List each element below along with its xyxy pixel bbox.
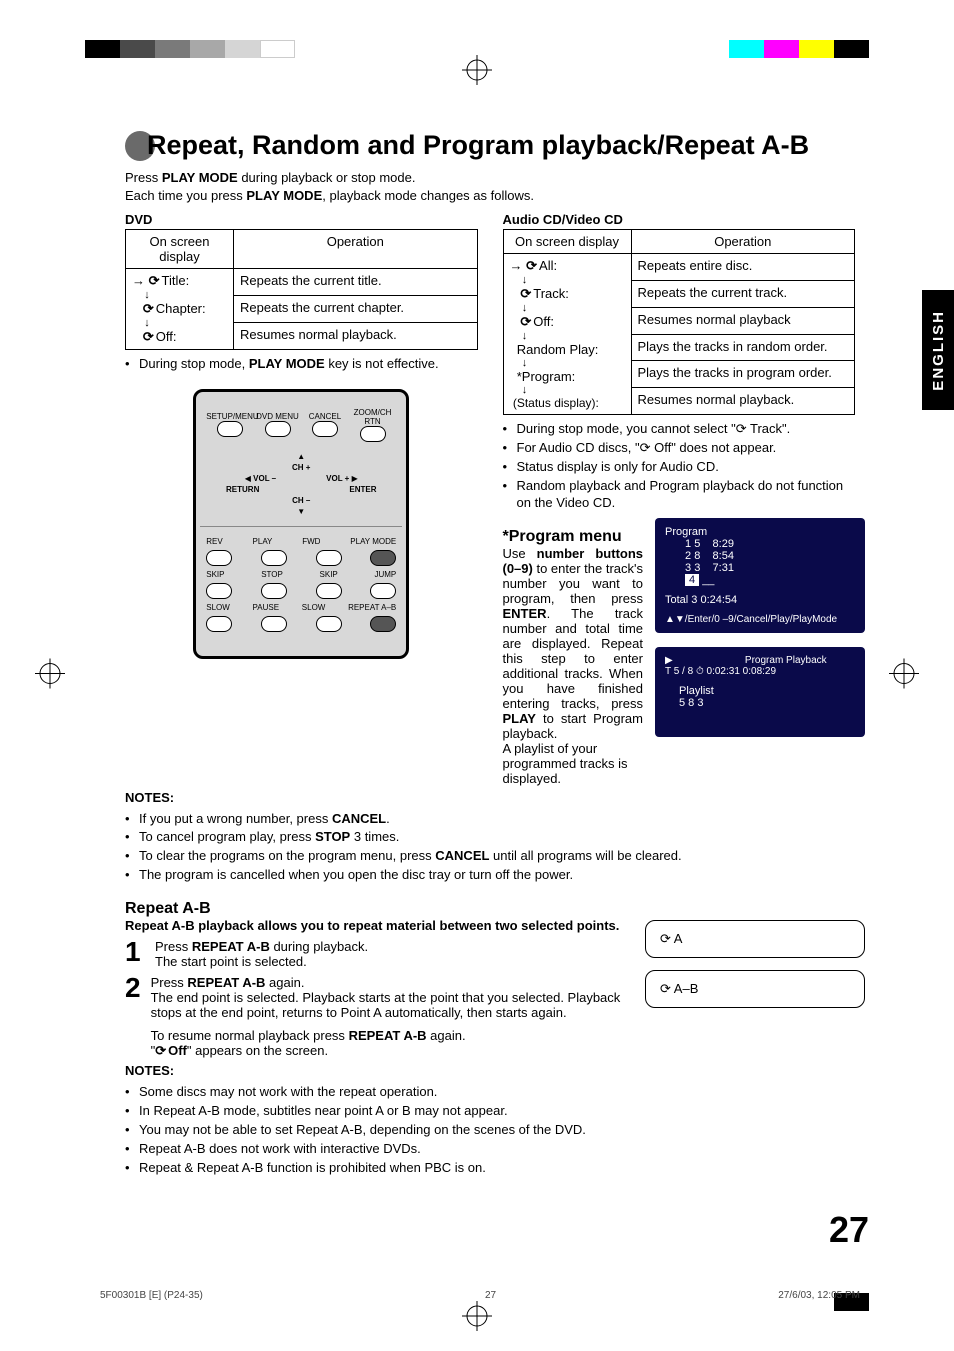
intro-line-1: Press PLAY MODE during playback or stop … <box>125 169 855 187</box>
dvd-th2: Operation <box>327 234 384 249</box>
registration-mark-left <box>35 658 65 693</box>
registration-mark-top <box>462 55 492 85</box>
program-body2: A playlist of your programmed tracks is … <box>503 741 644 786</box>
language-tab: ENGLISH <box>922 290 954 410</box>
footer: 5F00301B [E] (P24-35) 27 27/6/03, 12:05 … <box>100 1290 860 1301</box>
program-body: Use number buttons (0–9) to enter the tr… <box>503 546 644 741</box>
footer-right: 27/6/03, 12:05 PM <box>778 1290 860 1301</box>
notes-heading-1: NOTES: <box>125 790 855 805</box>
repeat-ab-sub: Repeat A-B playback allows you to repeat… <box>125 918 625 933</box>
page-number: 27 <box>829 1209 869 1251</box>
footer-left: 5F00301B [E] (P24-35) <box>100 1290 203 1301</box>
osd-playback: ▶ Program Playback T 5 / 8 ⏱ 0:02:31 0:0… <box>655 647 865 737</box>
intro-line-2: Each time you press PLAY MODE, playback … <box>125 187 855 205</box>
cd-table: On screen displayOperation → All: ↓ Trac… <box>503 229 856 415</box>
osd-ab: ⟳ A–B <box>645 970 865 1008</box>
notes-list-2: Some discs may not work with the repeat … <box>125 1084 855 1176</box>
color-bars-top-left <box>85 40 295 58</box>
remote-diagram: SETUP/MENU DVD MENU CANCEL ZOOM/CH RTN ▲… <box>193 389 409 659</box>
color-bars-top-right <box>729 40 869 58</box>
step-1-num: 1 <box>125 939 145 969</box>
step-2-num: 2 <box>125 975 141 1059</box>
notes-list-1: If you put a wrong number, press CANCEL.… <box>125 811 855 885</box>
page-title: Repeat, Random and Program playback/Repe… <box>147 130 809 161</box>
step-1: 1 Press REPEAT A-B during playback. The … <box>125 939 625 969</box>
notes-heading-2: NOTES: <box>125 1063 855 1078</box>
repeat-ab-heading: Repeat A-B <box>125 900 625 918</box>
dvd-heading: DVD <box>125 212 478 227</box>
registration-mark-right <box>889 658 919 693</box>
registration-mark-bottom <box>462 1301 492 1331</box>
step-2: 2 Press REPEAT A-B again. The end point … <box>125 975 625 1059</box>
cd-heading: Audio CD/Video CD <box>503 212 856 227</box>
program-heading: *Program menu <box>503 528 644 546</box>
cd-notes: During stop mode, you cannot select "⟳ T… <box>503 421 856 511</box>
osd-program: Program 1 5 8:29 2 8 8:54 3 3 7:31 4 __ … <box>655 518 865 633</box>
dvd-note: During stop mode, PLAY MODE key is not e… <box>125 356 478 373</box>
osd-a: ⟳ A <box>645 920 865 958</box>
page-title-row: Repeat, Random and Program playback/Repe… <box>125 130 855 161</box>
dvd-table: On screen displayOperation → Title: ↓ Ch… <box>125 229 478 350</box>
footer-mid: 27 <box>485 1290 496 1301</box>
dvd-th1: On screen display <box>150 234 210 264</box>
language-label: ENGLISH <box>930 310 947 391</box>
